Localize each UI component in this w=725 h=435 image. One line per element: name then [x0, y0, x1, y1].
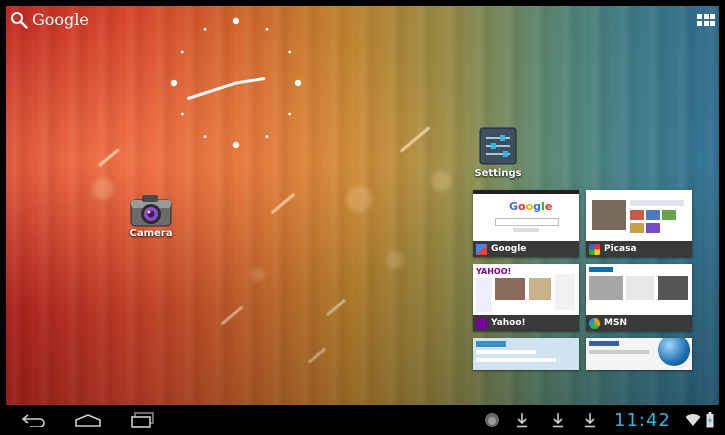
back-button[interactable] [18, 405, 48, 435]
clock-tick [265, 135, 269, 139]
home-button[interactable] [72, 405, 104, 435]
battery-status [705, 405, 715, 435]
battery-charging-icon [706, 412, 714, 428]
bookmark-yahoo[interactable]: YAHOO! Yahoo! [473, 264, 579, 331]
bookmark-label: Yahoo! [491, 318, 526, 328]
system-navigation-bar: 11:42 [0, 405, 725, 435]
clock-minute-hand [186, 81, 238, 100]
msn-favicon [589, 317, 600, 329]
clock-tick [288, 50, 292, 54]
search-label: Google [32, 10, 89, 29]
status-clock[interactable]: 11:42 [614, 410, 671, 431]
settings-sliders-icon [479, 127, 517, 165]
download-icon [585, 413, 595, 428]
bookmark-label: Google [491, 244, 527, 254]
wifi-icon [685, 414, 701, 426]
bookmark-6[interactable] [586, 338, 692, 370]
picasa-favicon [589, 243, 600, 255]
camera-label: Camera [129, 228, 173, 239]
yahoo-favicon [476, 317, 487, 329]
download-icon [553, 413, 563, 428]
clock-tick [180, 50, 184, 54]
clock-tick [232, 141, 240, 149]
settings-label: Settings [474, 168, 522, 179]
bookmark-5[interactable] [473, 338, 579, 370]
all-apps-button[interactable] [697, 14, 715, 28]
bookmark-google[interactable]: Google Google [473, 190, 579, 257]
wifi-status [684, 405, 702, 435]
camera-shortcut[interactable]: Camera [124, 192, 178, 239]
recent-apps-icon [131, 412, 154, 428]
clock-tick [203, 135, 207, 139]
notification-app-icon[interactable] [482, 405, 502, 435]
bookmark-msn[interactable]: MSN [586, 264, 692, 331]
clock-tick [203, 27, 207, 31]
bookmark-picasa[interactable]: Picasa [586, 190, 692, 257]
settings-shortcut[interactable]: Settings [470, 126, 526, 179]
google-favicon [476, 243, 487, 255]
download-icon [517, 413, 527, 428]
clock-tick [294, 79, 302, 87]
download-notification-1[interactable] [514, 405, 530, 435]
bookmark-label: MSN [604, 318, 627, 328]
bookmarks-widget: Google Google Picasa YAHOO! Yahoo! MSN [473, 190, 693, 370]
bookmark-label: Picasa [604, 244, 637, 254]
analog-clock-widget[interactable] [165, 12, 307, 154]
clock-tick [288, 112, 292, 116]
home-icon [75, 414, 101, 427]
camera-icon [130, 195, 172, 227]
download-notification-2[interactable] [550, 405, 566, 435]
clock-hour-hand [234, 77, 266, 85]
search-icon [11, 11, 28, 29]
clock-tick [180, 112, 184, 116]
back-icon [21, 414, 45, 427]
google-search-bar[interactable]: Google [10, 10, 89, 29]
recent-apps-button[interactable] [128, 405, 158, 435]
clock-tick [232, 17, 240, 25]
home-screen: Google Camera Settings Google Google Pic… [0, 0, 725, 435]
clock-tick [170, 79, 178, 87]
android-face-icon [485, 413, 499, 427]
clock-tick [265, 27, 269, 31]
download-notification-3[interactable] [582, 405, 598, 435]
